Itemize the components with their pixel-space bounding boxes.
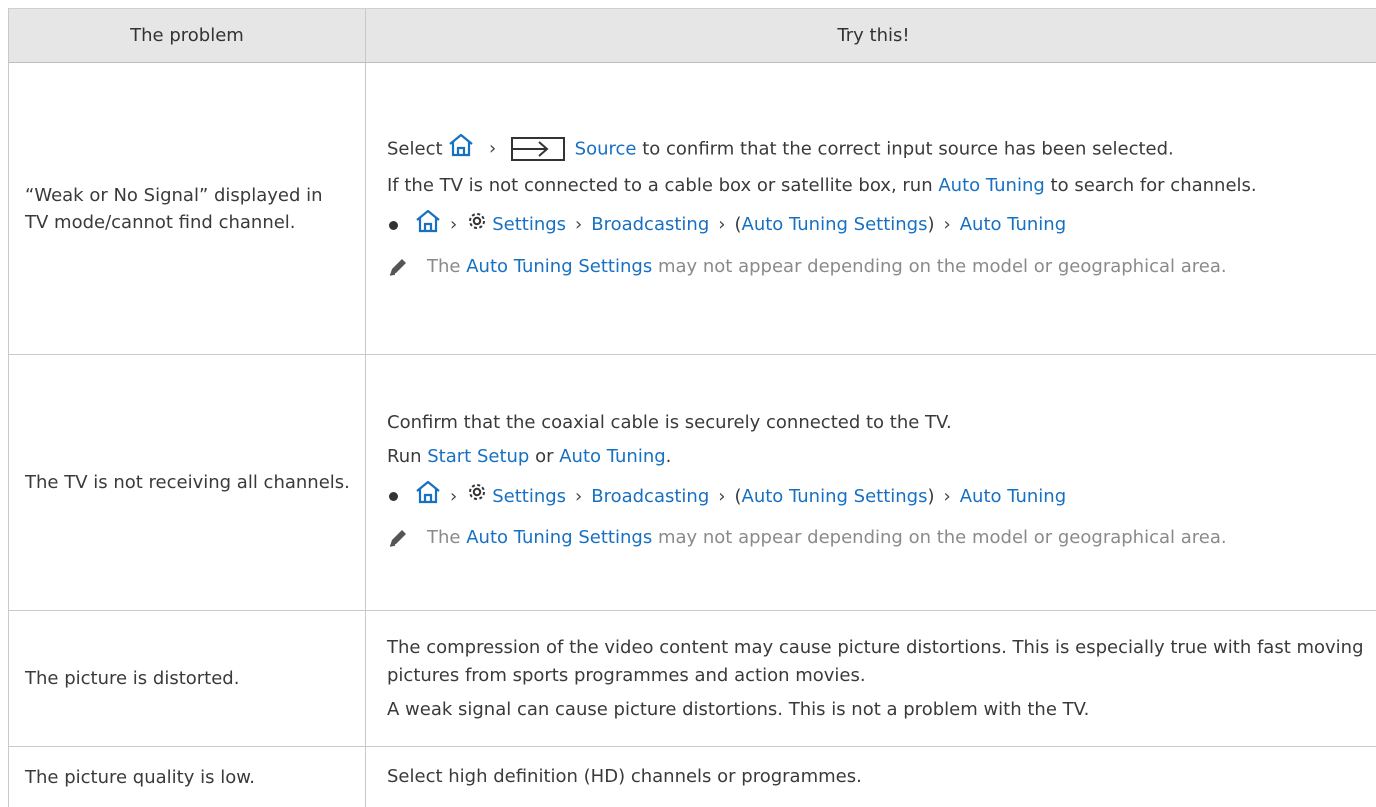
home-icon (415, 209, 441, 242)
auto-tuning-link[interactable]: Auto Tuning (559, 446, 665, 467)
line1-rest: to confirm that the correct input source… (642, 138, 1174, 159)
table-row: The picture quality is low. Select high … (9, 747, 1376, 807)
solution-cell: The compression of the video content may… (366, 611, 1376, 746)
solution-line: Select high definition (HD) channels or … (387, 766, 862, 787)
settings-link[interactable]: Settings (492, 483, 566, 511)
problem-cell: The picture is distorted. (9, 611, 366, 746)
chevron-right-icon: › (450, 485, 458, 507)
solution-line: Run Start Setup or Auto Tuning. (387, 443, 1367, 471)
line2-pre: If the TV is not connected to a cable bo… (387, 174, 933, 196)
problem-cell: “Weak or No Signal” displayed in TV mode… (9, 63, 366, 354)
bullet-icon (389, 492, 398, 501)
line2-mid: or (535, 446, 554, 467)
note-text: The Auto Tuning Settings may not appear … (427, 252, 1227, 288)
chevron-right-icon: › (943, 485, 951, 507)
note: The Auto Tuning Settings may not appear … (387, 252, 1367, 288)
chevron-right-icon: › (718, 214, 726, 235)
note-post: may not appear depending on the model or… (657, 255, 1227, 277)
paren-close: ) (927, 214, 935, 235)
note-pre: The (427, 255, 461, 277)
line2-post: . (665, 446, 672, 467)
chevron-right-icon: › (575, 214, 583, 235)
troubleshooting-table: The problem Try this! “Weak or No Signal… (8, 8, 1376, 807)
solution-line: If the TV is not connected to a cable bo… (387, 172, 1367, 200)
auto-tuning-settings-link[interactable]: Auto Tuning Settings (742, 211, 928, 239)
auto-tuning-link[interactable]: Auto Tuning (960, 211, 1066, 239)
home-icon (448, 133, 474, 166)
solution-line: Confirm that the coaxial cable is secure… (387, 412, 952, 433)
solution-line: A weak signal can cause picture distorti… (387, 698, 1090, 720)
solution-line: The compression of the video content may… (387, 636, 1364, 686)
header-try-this: Try this! (837, 25, 910, 46)
auto-tuning-settings-link[interactable]: Auto Tuning Settings (742, 483, 928, 511)
note: The Auto Tuning Settings may not appear … (387, 523, 1367, 559)
pencil-icon (387, 523, 427, 559)
line2-pre: Run (387, 446, 422, 467)
gear-icon (466, 210, 488, 241)
broadcasting-link[interactable]: Broadcasting (591, 483, 709, 511)
start-setup-link[interactable]: Start Setup (427, 446, 529, 467)
auto-tuning-link[interactable]: Auto Tuning (938, 175, 1044, 196)
select-text: Select (387, 138, 443, 159)
chevron-right-icon: › (450, 214, 458, 235)
broadcasting-link[interactable]: Broadcasting (591, 211, 709, 239)
auto-tuning-settings-link[interactable]: Auto Tuning Settings (466, 527, 652, 548)
menu-path: › Settings › Broadcasting › (Auto Tuning… (389, 209, 1367, 242)
chevron-right-icon: › (489, 138, 497, 159)
source-icon (510, 137, 565, 161)
solution-cell: Select high definition (HD) channels or … (366, 747, 1376, 807)
paren-open: ( (734, 214, 742, 235)
paren-close: ) (927, 485, 935, 507)
paren-open: ( (734, 485, 742, 507)
gear-icon (466, 481, 488, 512)
auto-tuning-settings-link[interactable]: Auto Tuning Settings (466, 256, 652, 277)
bullet-icon (389, 220, 398, 230)
solution-cell: Select › Source to confirm that the corr… (366, 63, 1376, 354)
note-post: may not appear depending on the model or… (657, 527, 1227, 548)
problem-cell: The TV is not receiving all channels. (9, 355, 366, 610)
source-link[interactable]: Source (575, 138, 637, 159)
table-row: The picture is distorted. The compressio… (9, 611, 1376, 747)
solution-cell: Confirm that the coaxial cable is secure… (366, 355, 1376, 610)
note-text: The Auto Tuning Settings may not appear … (427, 523, 1227, 559)
solution-line: Select › Source to confirm that the corr… (387, 133, 1367, 166)
settings-link[interactable]: Settings (492, 211, 566, 239)
pencil-icon (387, 252, 427, 288)
home-icon (415, 480, 441, 513)
header-problem: The problem (9, 9, 366, 62)
chevron-right-icon: › (575, 485, 583, 507)
auto-tuning-link[interactable]: Auto Tuning (960, 483, 1066, 511)
menu-path: › Settings › Broadcasting › (Auto Tuning… (389, 480, 1367, 513)
problem-cell: The picture quality is low. (9, 747, 366, 807)
table-row: The TV is not receiving all channels. Co… (9, 355, 1376, 611)
note-pre: The (427, 527, 461, 548)
table-header: The problem Try this! (9, 8, 1376, 63)
table-row: “Weak or No Signal” displayed in TV mode… (9, 63, 1376, 355)
chevron-right-icon: › (943, 214, 951, 235)
line2-post: to search for channels. (1050, 174, 1257, 196)
chevron-right-icon: › (718, 485, 726, 507)
